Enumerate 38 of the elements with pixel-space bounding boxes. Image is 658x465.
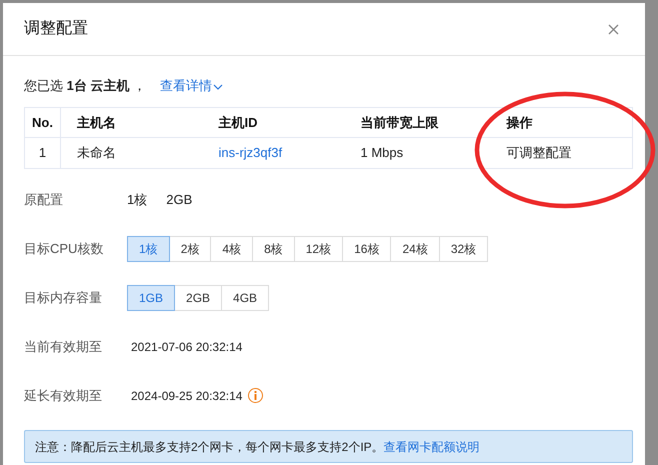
field-label: 目标内存容量 — [24, 288, 103, 307]
option-button[interactable]: 2核 — [168, 236, 212, 262]
option-button[interactable]: 32核 — [438, 236, 488, 262]
field-label: 原配置 — [24, 190, 64, 209]
chevron-down-icon[interactable] — [213, 84, 224, 91]
field-label: 目标CPU核数 — [24, 240, 104, 258]
option-button[interactable]: 4核 — [210, 236, 254, 262]
config-value: 2GB — [166, 190, 192, 209]
column-header: 主机名 — [60, 108, 202, 138]
selection-summary: 您已选 1台 云主机 ， — [24, 77, 146, 96]
column-header: 主机ID — [202, 108, 344, 138]
option-button[interactable]: 16核 — [342, 236, 392, 262]
notice-text: 注意：降配后云主机最多支持2个网卡，每个网卡最多支持2个IP。 — [35, 438, 384, 456]
quota-link[interactable]: 查看网卡配额说明 — [384, 438, 480, 456]
close-icon[interactable] — [608, 24, 619, 34]
option-button[interactable]: 1GB — [127, 284, 176, 310]
date-value: 2024-09-25 20:32:14 — [130, 388, 242, 404]
field-label: 当前有效期至 — [24, 338, 103, 356]
table-cell: 1 — [24, 138, 60, 168]
dialog-title: 调整配置 — [24, 19, 88, 39]
field-label: 延长有效期至 — [24, 386, 103, 405]
date-value: 2021-07-06 20:32:14 — [130, 338, 242, 356]
info-icon[interactable] — [248, 388, 264, 403]
option-button[interactable]: 2GB — [174, 284, 222, 310]
option-button[interactable]: 4GB — [221, 284, 270, 310]
column-header: 当前带宽上限 — [344, 108, 490, 138]
option-button[interactable]: 12核 — [294, 236, 344, 262]
instance-link[interactable]: ins-rjz3qf3f — [202, 138, 344, 168]
config-value: 1核 — [127, 190, 148, 209]
option-button[interactable]: 24核 — [390, 236, 440, 262]
table-cell: 可调整配置 — [490, 138, 632, 168]
details-link[interactable]: 查看详情 — [160, 76, 224, 96]
column-header: 操作 — [490, 108, 632, 138]
option-button[interactable]: 1核 — [127, 236, 170, 262]
column-header: No. — [24, 108, 60, 138]
table-cell: 未命名 — [60, 138, 202, 168]
table-cell: 1 Mbps — [344, 138, 490, 168]
option-button[interactable]: 8核 — [252, 236, 295, 262]
